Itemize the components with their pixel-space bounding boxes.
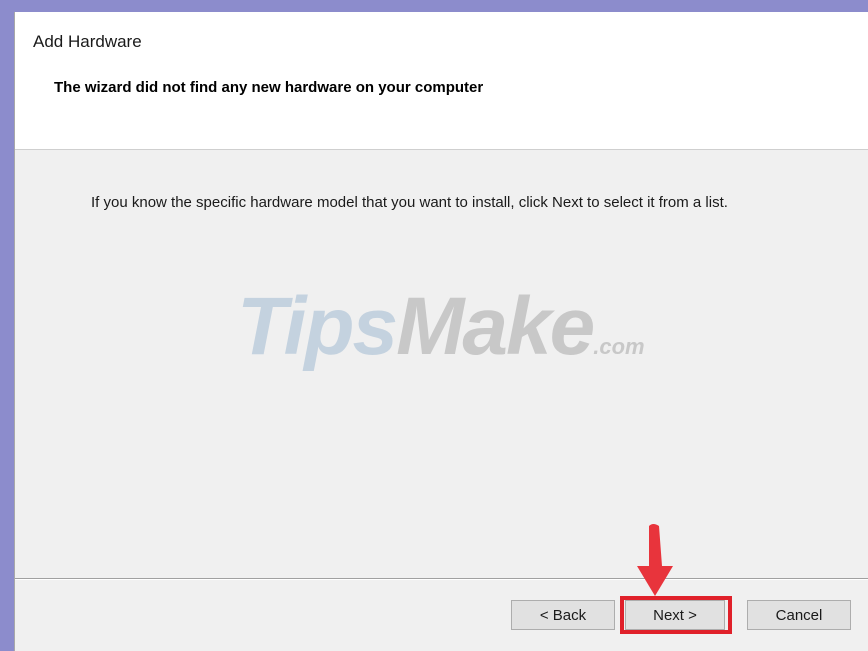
- down-arrow-icon: [637, 524, 673, 596]
- dialog-subtitle: The wizard did not find any new hardware…: [54, 79, 484, 96]
- watermark-part1: Tips: [237, 281, 398, 372]
- next-button-highlight: [620, 596, 732, 634]
- watermark-part2: Make: [396, 281, 595, 372]
- instruction-text: If you know the specific hardware model …: [91, 194, 728, 211]
- cancel-button[interactable]: Cancel: [747, 600, 851, 630]
- dialog-header: Add Hardware The wizard did not find any…: [15, 12, 868, 150]
- watermark-suffix: .com: [593, 334, 645, 359]
- watermark-logo: TipsMake.com: [237, 280, 645, 374]
- footer-separator: [15, 578, 868, 580]
- back-button[interactable]: < Back: [511, 600, 615, 630]
- screenshot-background: Add Hardware The wizard did not find any…: [0, 0, 868, 651]
- dialog-title: Add Hardware: [33, 32, 142, 51]
- add-hardware-dialog: Add Hardware The wizard did not find any…: [14, 12, 868, 651]
